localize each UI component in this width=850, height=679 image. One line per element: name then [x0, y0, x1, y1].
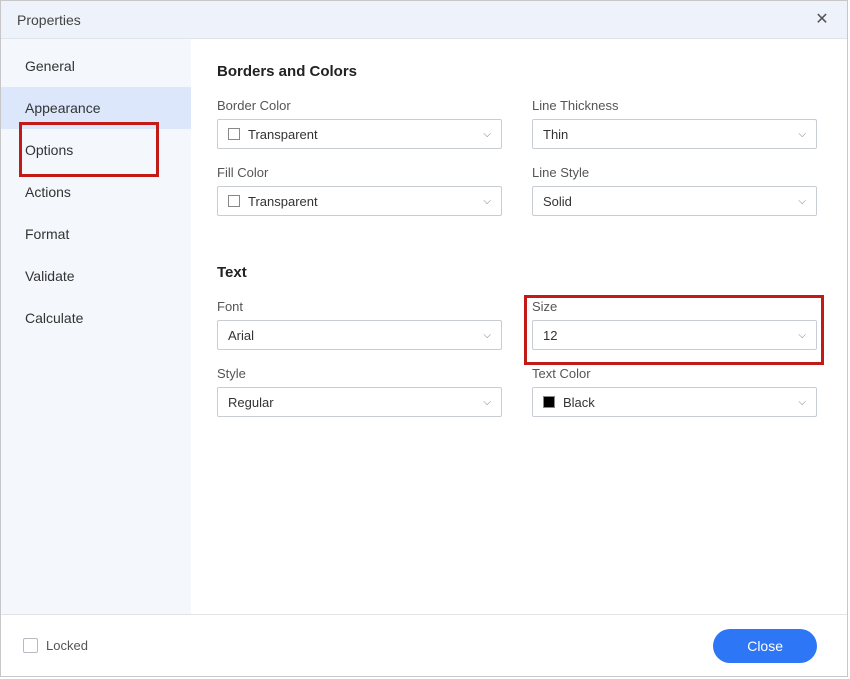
- swatch-icon: [543, 396, 555, 408]
- field-border-color: Border Color Transparent ⌵: [217, 98, 502, 149]
- dropdown-value: Solid: [543, 194, 572, 209]
- close-button-label: Close: [747, 638, 783, 654]
- field-style: Style Regular ⌵: [217, 366, 502, 417]
- field-line-thickness: Line Thickness Thin ⌵: [532, 98, 817, 149]
- label-style: Style: [217, 366, 502, 381]
- dropdown-text-color[interactable]: Black ⌵: [532, 387, 817, 417]
- label-line-style: Line Style: [532, 165, 817, 180]
- titlebar: Properties ✕: [1, 1, 847, 39]
- dropdown-border-color[interactable]: Transparent ⌵: [217, 119, 502, 149]
- dropdown-line-thickness[interactable]: Thin ⌵: [532, 119, 817, 149]
- close-icon[interactable]: ✕: [811, 9, 833, 31]
- row-border-line: Border Color Transparent ⌵ Line Thicknes…: [217, 98, 817, 149]
- dropdown-value: Thin: [543, 127, 568, 142]
- dropdown-value: Black: [563, 395, 595, 410]
- chevron-down-icon: ⌵: [483, 196, 491, 207]
- swatch-icon: [228, 195, 240, 207]
- sidebar: General Appearance Options Actions Forma…: [1, 39, 191, 614]
- dropdown-line-style[interactable]: Solid ⌵: [532, 186, 817, 216]
- label-border-color: Border Color: [217, 98, 502, 113]
- checkbox-locked[interactable]: [23, 638, 38, 653]
- label-line-thickness: Line Thickness: [532, 98, 817, 113]
- chevron-down-icon: ⌵: [798, 196, 806, 207]
- dropdown-value: 12: [543, 328, 557, 343]
- section-title-text: Text: [217, 264, 817, 281]
- sidebar-item-format[interactable]: Format: [1, 213, 191, 255]
- dropdown-value: Regular: [228, 395, 274, 410]
- sidebar-item-general[interactable]: General: [1, 45, 191, 87]
- chevron-down-icon: ⌵: [798, 397, 806, 408]
- field-line-style: Line Style Solid ⌵: [532, 165, 817, 216]
- dropdown-value: Transparent: [248, 194, 318, 209]
- sidebar-item-label: Validate: [25, 268, 75, 284]
- label-font: Font: [217, 299, 502, 314]
- label-fill-color: Fill Color: [217, 165, 502, 180]
- sidebar-item-calculate[interactable]: Calculate: [1, 297, 191, 339]
- sidebar-item-label: Format: [25, 226, 69, 242]
- properties-dialog: Properties ✕ General Appearance Options …: [0, 0, 848, 677]
- sidebar-item-appearance[interactable]: Appearance: [1, 87, 191, 129]
- dropdown-fill-color[interactable]: Transparent ⌵: [217, 186, 502, 216]
- field-fill-color: Fill Color Transparent ⌵: [217, 165, 502, 216]
- sidebar-item-label: Actions: [25, 184, 71, 200]
- dialog-title: Properties: [17, 12, 81, 28]
- sidebar-item-validate[interactable]: Validate: [1, 255, 191, 297]
- row-fill-style: Fill Color Transparent ⌵ Line Style Soli…: [217, 165, 817, 216]
- content-area: Borders and Colors Border Color Transpar…: [191, 39, 847, 614]
- locked-checkbox-group[interactable]: Locked: [23, 638, 88, 653]
- section-title-borders: Borders and Colors: [217, 63, 817, 80]
- sidebar-item-actions[interactable]: Actions: [1, 171, 191, 213]
- row-style-color: Style Regular ⌵ Text Color Black ⌵: [217, 366, 817, 417]
- sidebar-item-label: Calculate: [25, 310, 83, 326]
- close-button[interactable]: Close: [713, 629, 817, 663]
- sidebar-item-label: General: [25, 58, 75, 74]
- locked-label: Locked: [46, 638, 88, 653]
- field-text-color: Text Color Black ⌵: [532, 366, 817, 417]
- sidebar-item-label: Appearance: [25, 100, 101, 116]
- chevron-down-icon: ⌵: [483, 397, 491, 408]
- footer: Locked Close: [1, 614, 847, 676]
- label-text-color: Text Color: [532, 366, 817, 381]
- sidebar-item-label: Options: [25, 142, 73, 158]
- dropdown-size[interactable]: 12 ⌵: [532, 320, 817, 350]
- dropdown-value: Arial: [228, 328, 254, 343]
- dropdown-style[interactable]: Regular ⌵: [217, 387, 502, 417]
- field-size: Size 12 ⌵: [532, 299, 817, 350]
- swatch-icon: [228, 128, 240, 140]
- chevron-down-icon: ⌵: [483, 129, 491, 140]
- label-size: Size: [532, 299, 817, 314]
- row-font-size: Font Arial ⌵ Size 12 ⌵: [217, 299, 817, 350]
- field-font: Font Arial ⌵: [217, 299, 502, 350]
- chevron-down-icon: ⌵: [483, 330, 491, 341]
- dialog-body: General Appearance Options Actions Forma…: [1, 39, 847, 614]
- dropdown-value: Transparent: [248, 127, 318, 142]
- chevron-down-icon: ⌵: [798, 129, 806, 140]
- dropdown-font[interactable]: Arial ⌵: [217, 320, 502, 350]
- chevron-down-icon: ⌵: [798, 330, 806, 341]
- sidebar-item-options[interactable]: Options: [1, 129, 191, 171]
